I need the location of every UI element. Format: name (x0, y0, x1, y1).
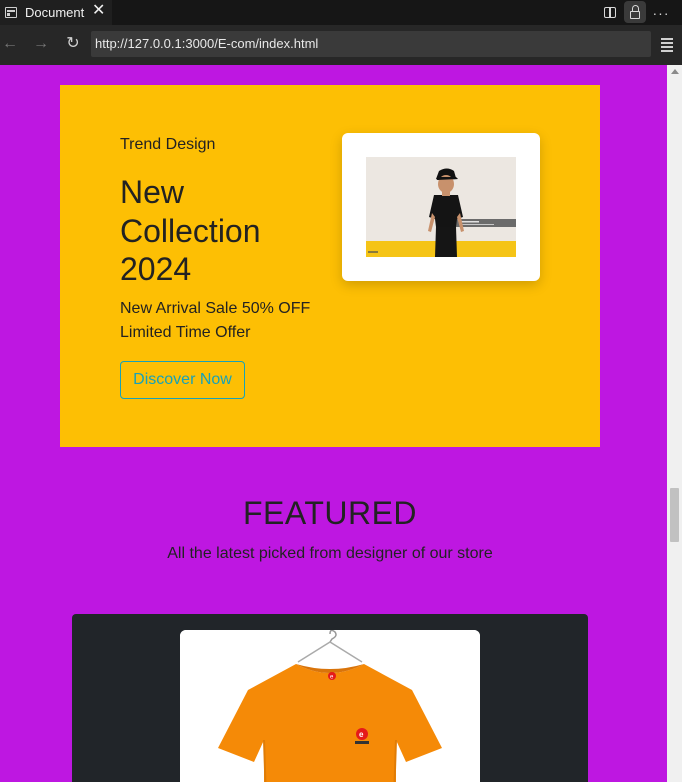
product-image[interactable]: e e (180, 630, 480, 782)
hero-banner: Trend Design New Collection 2024 New Arr… (60, 85, 600, 447)
close-icon[interactable]: ✕ (92, 3, 105, 19)
hero-image-card (342, 133, 540, 281)
featured-subtitle: All the latest picked from designer of o… (167, 545, 493, 562)
url-input[interactable]: http://127.0.0.1:3000/E-com/index.html (91, 31, 651, 57)
reload-icon[interactable]: ↻ (64, 35, 82, 53)
back-icon[interactable]: ← (1, 35, 19, 53)
browser-tab-bar: Document ✕ ··· (0, 0, 682, 25)
hero-kicker: Trend Design (120, 136, 216, 153)
lock-icon[interactable] (624, 1, 646, 23)
hero-title: New Collection 2024 (120, 174, 261, 287)
split-view-icon[interactable] (601, 0, 619, 25)
hero-image (366, 157, 516, 257)
forward-icon[interactable]: → (32, 35, 50, 53)
page-scrollbar[interactable] (667, 65, 682, 782)
hero-subtitle: New Arrival Sale 50% OFF Limited Time Of… (120, 300, 311, 341)
scroll-thumb[interactable] (670, 488, 679, 542)
svg-text:e: e (359, 730, 364, 739)
page-content: Trend Design New Collection 2024 New Arr… (0, 65, 667, 782)
tab-title: Document (25, 5, 85, 20)
discover-now-button[interactable]: Discover Now (120, 361, 245, 399)
address-toolbar: ← → ↻ http://127.0.0.1:3000/E-com/index.… (0, 25, 682, 65)
document-icon (5, 7, 17, 18)
scroll-up-icon[interactable] (671, 69, 679, 74)
featured-title: FEATURED (242, 495, 418, 531)
product-card[interactable]: e e (72, 614, 588, 782)
tshirt-image: e e (180, 630, 480, 782)
menu-icon[interactable] (661, 38, 673, 54)
browser-tab[interactable]: Document ✕ (0, 0, 112, 25)
more-icon[interactable]: ··· (652, 0, 670, 25)
